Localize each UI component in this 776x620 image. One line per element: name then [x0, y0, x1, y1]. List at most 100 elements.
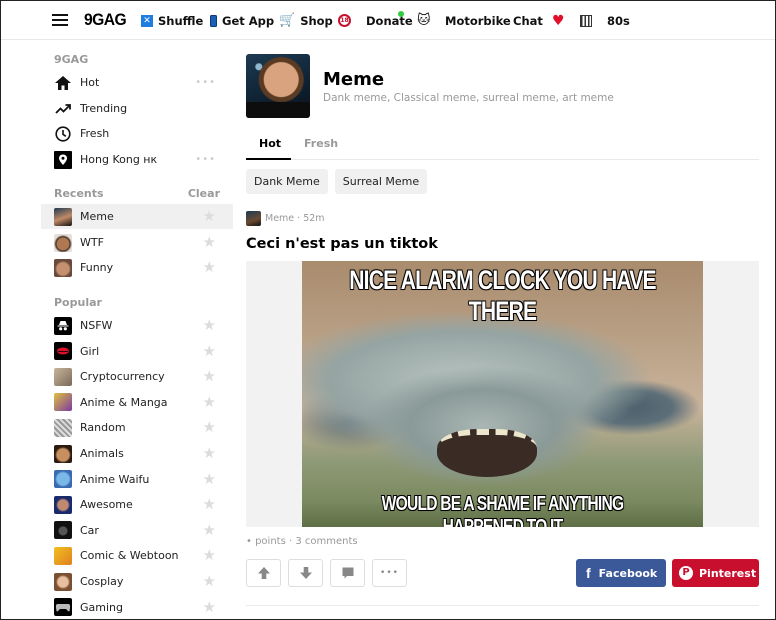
sidebar-item-fresh[interactable]: Fresh: [41, 121, 233, 146]
downvote-button[interactable]: [288, 559, 323, 587]
sidebar-item-funny[interactable]: Funny ★: [41, 255, 233, 280]
star-icon[interactable]: ★: [203, 343, 216, 359]
star-icon[interactable]: ★: [203, 471, 216, 487]
nav-get-app-label: Get App: [222, 13, 275, 28]
cosplay-thumbnail: [54, 572, 72, 591]
tag-chips: Dank Meme Surreal Meme: [246, 169, 428, 194]
more-options-button[interactable]: •••: [372, 559, 407, 587]
upvote-button[interactable]: [246, 559, 281, 587]
sidebar-item-meme[interactable]: Meme ★: [41, 204, 233, 229]
sidebar-item-label: Trending: [80, 102, 128, 115]
sidebar-item-hong-kong[interactable]: Hong Kong нк •••: [41, 147, 233, 172]
sidebar-item-comic-webtoon[interactable]: Comic & Webtoon ★: [41, 543, 233, 568]
sidebar-item-label: Funny: [80, 261, 114, 274]
random-thumbnail: [54, 418, 72, 437]
star-icon[interactable]: ★: [203, 446, 216, 461]
post-section-avatar[interactable]: [246, 211, 261, 226]
star-icon[interactable]: ★: [203, 369, 216, 384]
clock-icon: [54, 125, 72, 143]
sidebar-item-label: Awesome: [80, 498, 133, 512]
nav-piano[interactable]: [580, 1, 597, 40]
nav-motorbike[interactable]: Motorbike: [445, 1, 511, 40]
piano-icon: [580, 14, 592, 27]
nav-shop-label: Shop: [300, 13, 333, 28]
star-icon[interactable]: ★: [203, 235, 216, 250]
sidebar-item-girl[interactable]: Girl ★: [41, 339, 233, 364]
nav-heart[interactable]: ♥: [552, 1, 570, 40]
share-pinterest-button[interactable]: P Pinterest: [672, 559, 759, 587]
nav-nsfw[interactable]: 18: [338, 1, 356, 40]
sidebar-item-gaming[interactable]: Gaming ★: [41, 595, 233, 620]
heart-icon: ♥: [552, 12, 565, 29]
sidebar-item-nsfw[interactable]: NSFW ★: [41, 313, 233, 338]
wtf-thumbnail: [54, 233, 72, 252]
star-icon[interactable]: ★: [203, 260, 216, 275]
cryptocurrency-thumbnail: [54, 367, 72, 386]
more-icon[interactable]: •••: [195, 77, 216, 88]
sidebar-item-cryptocurrency[interactable]: Cryptocurrency ★: [41, 364, 233, 389]
sidebar-item-wtf[interactable]: WTF ★: [41, 230, 233, 255]
section-avatar: [246, 54, 310, 118]
star-icon[interactable]: ★: [203, 522, 216, 538]
menu-hamburger-icon[interactable]: [52, 14, 68, 26]
active-tab-indicator: [246, 158, 291, 160]
cat-icon: 🐱: [417, 13, 431, 28]
arrow-down-icon: [299, 567, 312, 579]
comment-icon: [342, 567, 353, 579]
post-section-time[interactable]: Meme · 52m: [265, 213, 325, 224]
sidebar-item-label: Fresh: [80, 127, 110, 140]
more-icon: •••: [380, 568, 399, 578]
more-icon[interactable]: •••: [195, 154, 216, 165]
comment-button[interactable]: [330, 559, 365, 587]
sidebar-item-anime-manga[interactable]: Anime & Manga ★: [41, 390, 233, 415]
sidebar-item-cosplay[interactable]: Cosplay ★: [41, 569, 233, 594]
nav-get-app[interactable]: Get App: [210, 1, 274, 40]
nav-80s[interactable]: 80s: [607, 1, 630, 40]
sidebar-item-random[interactable]: Random ★: [41, 415, 233, 440]
post-stats[interactable]: • points · 3 comments: [246, 536, 358, 547]
sidebar-item-label: Anime Waifu: [80, 472, 150, 486]
chip-dank-meme[interactable]: Dank Meme: [246, 169, 328, 194]
crocodile-jaw-graphic: [437, 429, 537, 477]
sidebar-item-animals[interactable]: Animals ★: [41, 441, 233, 466]
star-icon[interactable]: ★: [203, 548, 216, 563]
sidebar-item-hot[interactable]: Hot •••: [41, 70, 233, 95]
star-icon[interactable]: ★: [203, 318, 216, 333]
sidebar-item-label: Meme: [80, 210, 114, 223]
site-logo[interactable]: 9GAG: [84, 10, 127, 30]
tab-hot[interactable]: Hot: [259, 137, 281, 150]
star-icon[interactable]: ★: [203, 394, 216, 410]
star-icon[interactable]: ★: [203, 497, 216, 512]
post-divider: [246, 605, 759, 606]
nav-chat[interactable]: Chat: [513, 1, 543, 40]
post-actions: •••: [246, 559, 407, 587]
sidebar-item-label: NSFW: [80, 319, 113, 332]
nav-cat[interactable]: 🐱: [417, 1, 436, 40]
share-facebook-button[interactable]: f Facebook: [576, 559, 666, 587]
sidebar-item-awesome[interactable]: Awesome ★: [41, 492, 233, 517]
star-icon[interactable]: ★: [203, 599, 216, 615]
nav-donate[interactable]: Donate: [366, 1, 413, 40]
sidebar-item-label: Animals: [80, 447, 124, 460]
star-icon[interactable]: ★: [203, 574, 216, 589]
sidebar-section-9gag: 9GAG: [54, 53, 89, 66]
clear-recents-button[interactable]: Clear: [188, 187, 220, 200]
sidebar-item-anime-waifu[interactable]: Anime Waifu ★: [41, 467, 233, 492]
post-title[interactable]: Ceci n'est pas un tiktok: [246, 236, 438, 252]
sidebar-item-car[interactable]: Car ★: [41, 518, 233, 543]
post-image[interactable]: NICE ALARM CLOCK YOU HAVE THERE WOULD BE…: [302, 261, 703, 527]
star-icon[interactable]: ★: [203, 420, 216, 435]
nav-shop[interactable]: 🛒 Shop: [279, 1, 333, 40]
tab-fresh[interactable]: Fresh: [304, 137, 338, 150]
sidebar-item-label: Comic & Webtoon: [80, 549, 179, 563]
comic-webtoon-thumbnail: [54, 546, 72, 565]
nsfw-thumbnail: [54, 316, 72, 335]
chip-surreal-meme[interactable]: Surreal Meme: [334, 169, 428, 194]
sidebar-item-trending[interactable]: Trending: [41, 96, 233, 121]
nav-shuffle-label: Shuffle: [158, 13, 204, 28]
trending-icon: [54, 100, 72, 118]
cart-icon: 🛒: [279, 13, 296, 28]
star-icon[interactable]: ★: [203, 209, 216, 224]
nav-shuffle[interactable]: ✕ Shuffle: [141, 1, 203, 40]
sidebar-item-label: Car: [80, 523, 99, 537]
